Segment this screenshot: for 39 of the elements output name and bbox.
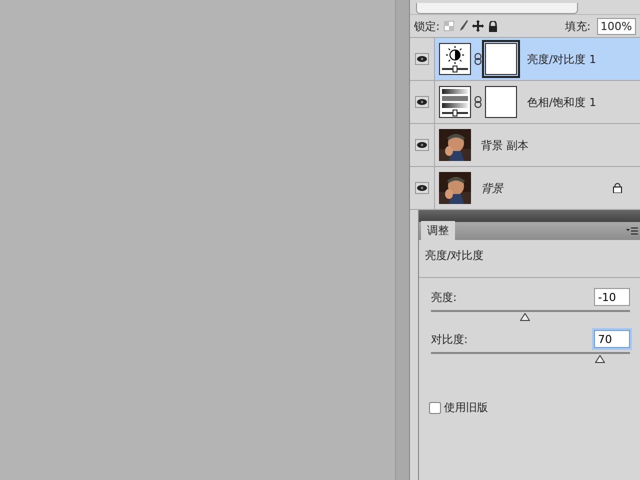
- layer-name: 背景: [481, 180, 503, 196]
- checkbox[interactable]: [429, 402, 441, 414]
- slider-thumb[interactable]: [595, 355, 606, 363]
- layer-name: 色相/饱和度 1: [527, 94, 596, 110]
- slider-thumb[interactable]: [520, 313, 530, 321]
- fill-label: 填充:: [564, 18, 591, 34]
- layer-mask[interactable]: [485, 43, 517, 75]
- eye-icon[interactable]: [415, 53, 429, 65]
- eye-icon[interactable]: [415, 139, 429, 151]
- slider-label: 对比度:: [431, 332, 468, 346]
- value-field[interactable]: -10: [594, 288, 630, 306]
- link-icon: [474, 53, 482, 65]
- adjustments-tab[interactable]: 调整: [421, 221, 455, 240]
- lock-transparency-icon[interactable]: [444, 21, 454, 31]
- brush-icon[interactable]: [458, 20, 468, 32]
- link-icon: [474, 96, 482, 108]
- fill-field[interactable]: 100%: [596, 18, 636, 34]
- lock-icon[interactable]: [488, 20, 498, 32]
- layer-name: 亮度/对比度 1: [527, 52, 596, 66]
- eye-icon[interactable]: [415, 182, 429, 194]
- brightness-contrast-icon: [439, 43, 471, 75]
- layer-row[interactable]: 背景 副本: [410, 124, 640, 167]
- slider-label: 亮度:: [431, 290, 457, 304]
- layer-row[interactable]: 色相/饱和度 1: [410, 81, 640, 124]
- adjustment-title: 亮度/对比度: [419, 240, 640, 278]
- lock-label: 锁定:: [414, 18, 440, 34]
- layer-mask[interactable]: [485, 86, 517, 118]
- slider-track[interactable]: [431, 310, 630, 324]
- move-icon[interactable]: [472, 20, 484, 32]
- menu-icon[interactable]: [626, 227, 638, 235]
- hue-saturation-icon: [439, 86, 471, 118]
- checkbox-label: 使用旧版: [444, 400, 488, 415]
- value-field[interactable]: 70: [594, 330, 630, 348]
- layer-name: 背景 副本: [481, 138, 528, 152]
- slider-track[interactable]: [431, 352, 630, 366]
- opacity-field[interactable]: [416, 3, 578, 14]
- eye-icon[interactable]: [415, 96, 429, 108]
- layer-row[interactable]: 背景: [410, 167, 640, 210]
- layer-row[interactable]: 亮度/对比度 1: [410, 38, 640, 81]
